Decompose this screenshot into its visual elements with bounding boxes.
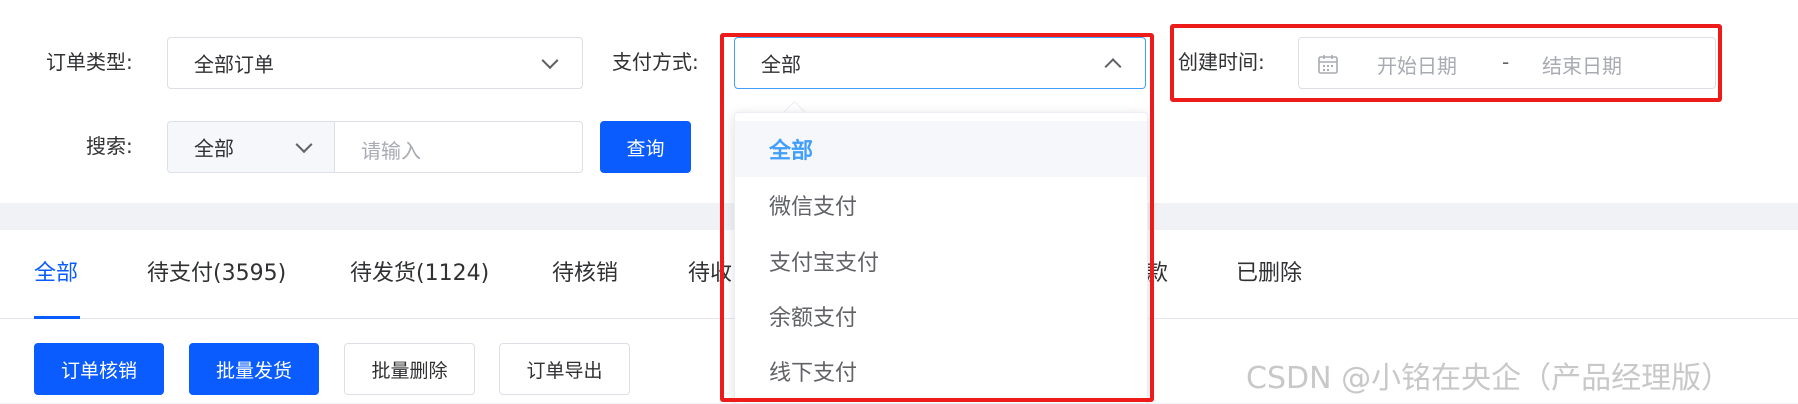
- chevron-down-icon: [295, 136, 313, 154]
- tab-deleted[interactable]: 已删除: [1236, 258, 1302, 290]
- batch-ship-button[interactable]: 批量发货: [189, 343, 319, 395]
- tab-pending-shipment[interactable]: 待发货(1124): [350, 258, 489, 290]
- verify-order-button[interactable]: 订单核销: [34, 343, 164, 395]
- tab-pending-verify[interactable]: 待核销: [552, 258, 618, 290]
- search-label: 搜索:: [86, 134, 133, 158]
- date-highlight-box: [1170, 24, 1722, 102]
- order-type-value: 全部订单: [194, 52, 274, 77]
- search-field-value: 全部: [194, 136, 234, 161]
- payment-highlight-box: [720, 33, 1154, 402]
- tab-pending-payment[interactable]: 待支付(3595): [147, 258, 286, 290]
- chevron-down-icon: [541, 52, 559, 70]
- order-type-select[interactable]: 全部订单: [167, 37, 583, 89]
- payment-label: 支付方式:: [612, 50, 699, 74]
- tab-all[interactable]: 全部: [34, 258, 78, 290]
- search-field-select[interactable]: 全部: [167, 121, 335, 173]
- query-button[interactable]: 查询: [600, 121, 691, 173]
- batch-delete-button[interactable]: 批量删除: [344, 343, 475, 395]
- export-orders-button[interactable]: 订单导出: [499, 343, 630, 395]
- active-tab-indicator: [34, 316, 80, 319]
- search-input[interactable]: 请输入: [334, 121, 583, 173]
- order-type-label: 订单类型:: [46, 50, 133, 74]
- search-placeholder: 请输入: [361, 139, 421, 163]
- watermark: CSDN @小铭在央企（产品经理版）: [1246, 361, 1732, 396]
